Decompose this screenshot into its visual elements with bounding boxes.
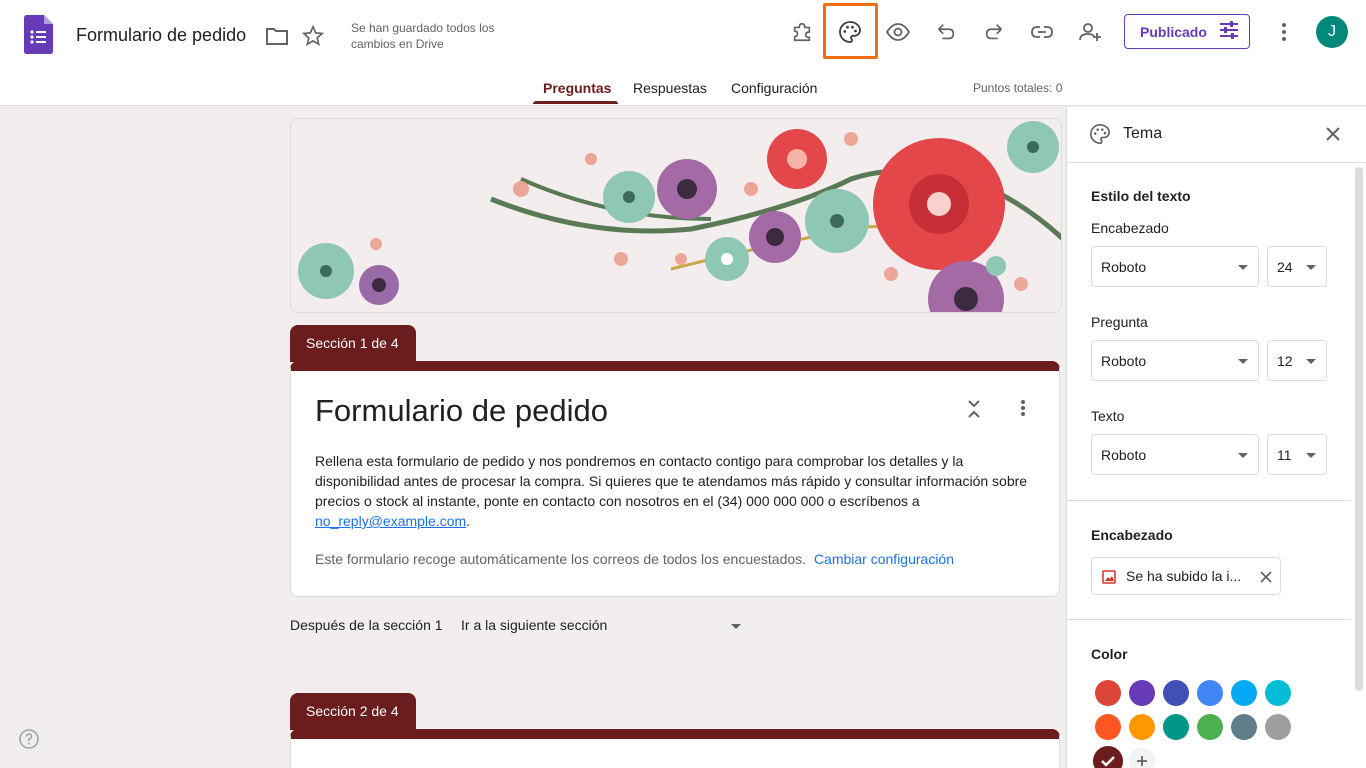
- palette-icon[interactable]: [838, 20, 862, 44]
- text-size-value: 11: [1277, 447, 1292, 463]
- form-description-text: Rellena esta formulario de pedido y nos …: [315, 453, 1028, 509]
- active-tab-indicator: [533, 101, 618, 104]
- header-image-name: Se ha subido la i...: [1126, 568, 1242, 584]
- collect-note-text: Este formulario recoge automáticamente l…: [315, 551, 807, 567]
- tab-configuracion[interactable]: Configuración: [731, 80, 817, 108]
- header-font-select[interactable]: Roboto: [1091, 246, 1259, 287]
- preview-icon[interactable]: [886, 20, 910, 44]
- points-total: Puntos totales: 0: [973, 81, 1063, 95]
- addons-icon[interactable]: [790, 20, 814, 44]
- form-title[interactable]: Formulario de pedido: [315, 393, 608, 429]
- add-collaborator-icon[interactable]: [1078, 20, 1102, 44]
- avatar[interactable]: J: [1316, 16, 1348, 48]
- panel-scrollbar[interactable]: [1355, 167, 1363, 691]
- tab-respuestas[interactable]: Respuestas: [633, 80, 707, 108]
- add-custom-color-button[interactable]: [1129, 748, 1155, 768]
- section-2-tab: Sección 2 de 4: [290, 693, 416, 730]
- color-swatch[interactable]: [1093, 746, 1123, 768]
- document-title[interactable]: Formulario de pedido: [76, 25, 246, 46]
- redo-icon[interactable]: [982, 20, 1006, 44]
- dropdown-arrow-icon: [1238, 359, 1248, 364]
- star-icon[interactable]: [301, 24, 325, 48]
- link-icon[interactable]: [1030, 20, 1054, 44]
- text-font-label: Texto: [1091, 408, 1125, 424]
- form-description[interactable]: Rellena esta formulario de pedido y nos …: [315, 451, 1035, 531]
- image-icon: [1102, 570, 1116, 587]
- remove-image-icon[interactable]: [1260, 570, 1272, 586]
- theme-panel-header: Tema: [1067, 107, 1366, 163]
- color-swatch[interactable]: [1095, 680, 1121, 706]
- header-font-value: Roboto: [1101, 259, 1147, 275]
- question-font-label: Pregunta: [1091, 314, 1148, 330]
- section-1-tab: Sección 1 de 4: [290, 325, 416, 362]
- dropdown-arrow-icon: [1238, 265, 1248, 270]
- header-size-value: 24: [1277, 259, 1293, 275]
- color-swatch[interactable]: [1197, 714, 1223, 740]
- folder-icon[interactable]: [265, 24, 289, 48]
- text-size-select[interactable]: 11: [1267, 434, 1327, 475]
- theme-panel: Tema Estilo del texto Encabezado Roboto …: [1066, 107, 1366, 768]
- dropdown-arrow-icon: [1306, 265, 1316, 270]
- after-section-label: Después de la sección 1: [290, 617, 443, 633]
- divider: [1067, 619, 1351, 620]
- after-section-value: Ir a la siguiente sección: [461, 617, 608, 633]
- color-swatch[interactable]: [1231, 680, 1257, 706]
- help-icon[interactable]: [19, 729, 39, 754]
- color-heading: Color: [1091, 646, 1128, 662]
- publish-button[interactable]: Publicado: [1124, 14, 1250, 49]
- header-size-select[interactable]: 24: [1267, 246, 1327, 287]
- dropdown-arrow-icon: [731, 624, 741, 629]
- divider: [1067, 500, 1351, 501]
- close-icon[interactable]: [1325, 126, 1341, 147]
- dropdown-arrow-icon: [1238, 453, 1248, 458]
- dropdown-arrow-icon: [1306, 453, 1316, 458]
- dropdown-arrow-icon: [1306, 359, 1316, 364]
- text-font-value: Roboto: [1101, 447, 1147, 463]
- section-2-card[interactable]: [290, 729, 1060, 768]
- forms-logo-icon[interactable]: [24, 15, 53, 54]
- color-swatch[interactable]: [1129, 680, 1155, 706]
- email-link[interactable]: no_reply@example.com: [315, 513, 466, 529]
- after-section-select[interactable]: Ir a la siguiente sección: [461, 617, 746, 633]
- color-swatch[interactable]: [1231, 714, 1257, 740]
- top-bar: Formulario de pedido Se han guardado tod…: [0, 0, 1366, 106]
- text-style-heading: Estilo del texto: [1091, 188, 1191, 204]
- undo-icon[interactable]: [934, 20, 958, 44]
- color-swatch[interactable]: [1265, 680, 1291, 706]
- form-header-card[interactable]: Formulario de pedido Rellena esta formul…: [290, 361, 1060, 597]
- header-image-chip[interactable]: Se ha subido la i...: [1091, 557, 1281, 595]
- save-status: Se han guardado todos los cambios en Dri…: [351, 21, 495, 51]
- question-size-select[interactable]: 12: [1267, 340, 1327, 381]
- settings-sliders-icon: [1219, 21, 1239, 42]
- publish-label: Publicado: [1140, 23, 1207, 40]
- more-vert-icon[interactable]: [1272, 20, 1296, 44]
- theme-panel-title: Tema: [1123, 125, 1163, 142]
- question-size-value: 12: [1277, 353, 1293, 369]
- section-more-icon[interactable]: [1020, 399, 1026, 422]
- color-swatch[interactable]: [1163, 680, 1189, 706]
- text-font-select[interactable]: Roboto: [1091, 434, 1259, 475]
- question-font-select[interactable]: Roboto: [1091, 340, 1259, 381]
- change-settings-link[interactable]: Cambiar configuración: [814, 551, 954, 567]
- color-swatch[interactable]: [1129, 714, 1155, 740]
- header-image: [290, 118, 1062, 313]
- check-icon: [1101, 756, 1115, 767]
- color-swatch[interactable]: [1197, 680, 1223, 706]
- collect-emails-note: Este formulario recoge automáticamente l…: [315, 551, 954, 567]
- question-font-value: Roboto: [1101, 353, 1147, 369]
- color-swatch[interactable]: [1163, 714, 1189, 740]
- color-swatch[interactable]: [1265, 714, 1291, 740]
- form-description-end: .: [466, 513, 471, 529]
- collapse-section-icon[interactable]: [967, 399, 981, 424]
- header-font-label: Encabezado: [1091, 220, 1169, 236]
- color-swatch[interactable]: [1095, 714, 1121, 740]
- header-image-heading: Encabezado: [1091, 527, 1173, 543]
- palette-icon: [1089, 123, 1111, 150]
